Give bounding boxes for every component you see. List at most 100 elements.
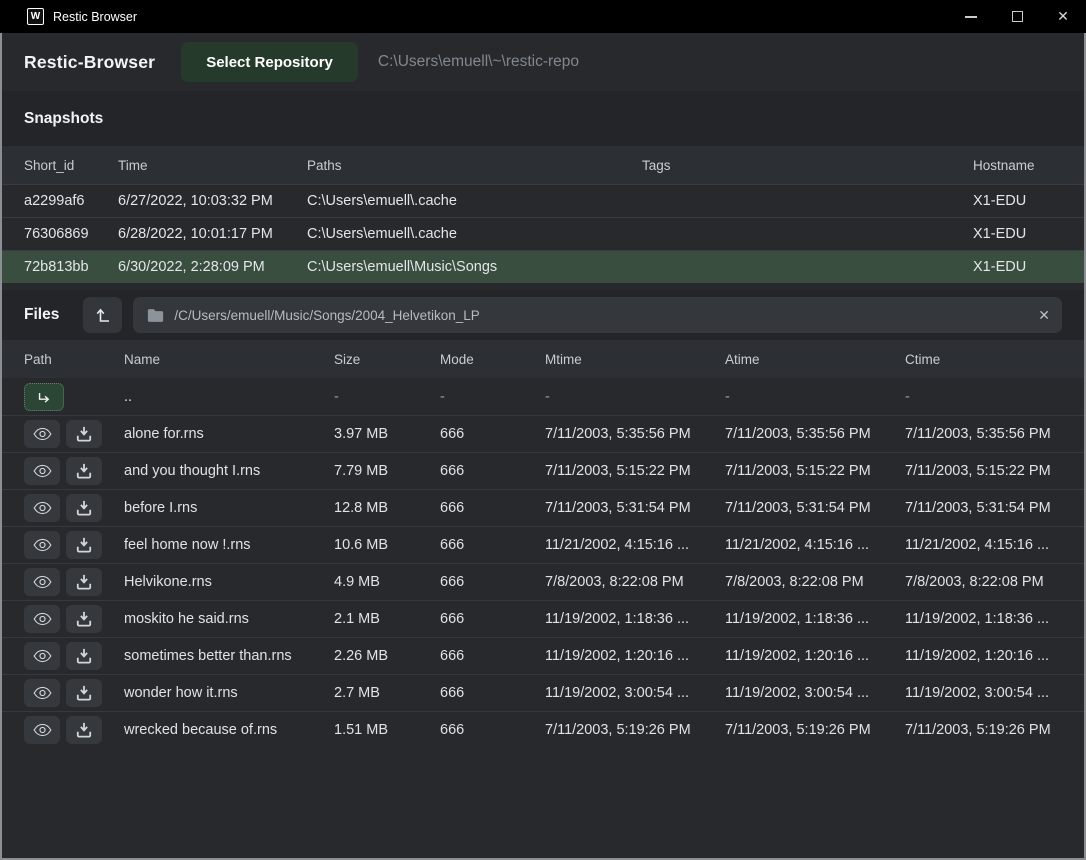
download-file-button[interactable] <box>66 457 102 485</box>
file-mode: 666 <box>440 537 545 553</box>
eye-icon <box>33 575 52 589</box>
open-parent-directory-button[interactable] <box>24 383 64 411</box>
empty-area <box>2 748 1084 858</box>
current-path-bar[interactable]: /C/Users/emuell/Music/Songs/2004_Helveti… <box>133 297 1062 333</box>
file-mtime: 7/11/2003, 5:15:22 PM <box>545 463 725 479</box>
preview-file-button[interactable] <box>24 494 60 522</box>
clear-path-button[interactable]: ✕ <box>1038 307 1050 324</box>
download-icon <box>76 611 92 627</box>
file-row: moskito he said.rns 2.1 MB 666 11/19/200… <box>2 600 1084 637</box>
download-file-button[interactable] <box>66 531 102 559</box>
snapshot-short-id: 72b813bb <box>24 259 118 275</box>
download-file-button[interactable] <box>66 420 102 448</box>
file-atime: 11/19/2002, 1:20:16 ... <box>725 648 905 664</box>
download-file-button[interactable] <box>66 642 102 670</box>
eye-icon <box>33 464 52 478</box>
maximize-button[interactable] <box>994 0 1040 33</box>
current-path-text: /C/Users/emuell/Music/Songs/2004_Helveti… <box>174 308 479 323</box>
snapshot-hostname: X1-EDU <box>973 226 1062 242</box>
col-path: Path <box>24 352 124 367</box>
preview-file-button[interactable] <box>24 531 60 559</box>
files-heading: Files <box>24 306 59 324</box>
file-name: alone for.rns <box>124 426 334 442</box>
eye-icon <box>33 538 52 552</box>
file-mtime: 11/19/2002, 1:20:16 ... <box>545 648 725 664</box>
app-title: Restic-Browser <box>24 52 155 73</box>
file-mtime: 7/11/2003, 5:35:56 PM <box>545 426 725 442</box>
file-atime: 7/11/2003, 5:19:26 PM <box>725 722 905 738</box>
col-name: Name <box>124 352 334 367</box>
snapshot-paths: C:\Users\emuell\.cache <box>307 193 642 209</box>
file-row: sometimes better than.rns 2.26 MB 666 11… <box>2 637 1084 674</box>
file-mode: 666 <box>440 722 545 738</box>
download-file-button[interactable] <box>66 605 102 633</box>
download-file-button[interactable] <box>66 494 102 522</box>
preview-file-button[interactable] <box>24 716 60 744</box>
preview-file-button[interactable] <box>24 568 60 596</box>
preview-file-button[interactable] <box>24 457 60 485</box>
snapshot-row[interactable]: a2299af6 6/27/2022, 10:03:32 PM C:\Users… <box>2 184 1084 217</box>
file-mtime: 7/11/2003, 5:19:26 PM <box>545 722 725 738</box>
eye-icon <box>33 501 52 515</box>
preview-file-button[interactable] <box>24 605 60 633</box>
file-mode: 666 <box>440 574 545 590</box>
download-file-button[interactable] <box>66 568 102 596</box>
parent-directory-row: .. - - - - - <box>2 378 1084 415</box>
file-name: and you thought I.rns <box>124 463 334 479</box>
col-mode: Mode <box>440 352 545 367</box>
file-ctime: 7/11/2003, 5:31:54 PM <box>905 500 1062 516</box>
file-name: moskito he said.rns <box>124 611 334 627</box>
col-atime: Atime <box>725 352 905 367</box>
snapshot-paths: C:\Users\emuell\Music\Songs <box>307 259 642 275</box>
file-mtime: 7/8/2003, 8:22:08 PM <box>545 574 725 590</box>
arrow-up-from-corner-icon <box>93 305 113 325</box>
file-atime: 11/21/2002, 4:15:16 ... <box>725 537 905 553</box>
download-file-button[interactable] <box>66 716 102 744</box>
eye-icon <box>33 686 52 700</box>
file-size: 1.51 MB <box>334 722 440 738</box>
snapshots-band: Snapshots <box>2 91 1084 146</box>
close-button[interactable]: ✕ <box>1040 0 1086 33</box>
col-time: Time <box>118 158 307 173</box>
file-name: sometimes better than.rns <box>124 648 334 664</box>
file-ctime: 11/19/2002, 1:20:16 ... <box>905 648 1062 664</box>
file-atime: 7/11/2003, 5:35:56 PM <box>725 426 905 442</box>
file-name: wrecked because of.rns <box>124 722 334 738</box>
clear-icon: ✕ <box>1038 307 1050 323</box>
snapshot-time: 6/30/2022, 2:28:09 PM <box>118 259 307 275</box>
file-ctime: 7/11/2003, 5:19:26 PM <box>905 722 1062 738</box>
file-ctime: 11/19/2002, 3:00:54 ... <box>905 685 1062 701</box>
snapshot-short-id: a2299af6 <box>24 193 118 209</box>
parent-name: .. <box>124 389 334 405</box>
file-mtime: 11/19/2002, 1:18:36 ... <box>545 611 725 627</box>
file-row: before I.rns 12.8 MB 666 7/11/2003, 5:31… <box>2 489 1084 526</box>
download-file-button[interactable] <box>66 679 102 707</box>
eye-icon <box>33 723 52 737</box>
file-mtime: 7/11/2003, 5:31:54 PM <box>545 500 725 516</box>
file-ctime: 7/11/2003, 5:35:56 PM <box>905 426 1062 442</box>
file-size: 10.6 MB <box>334 537 440 553</box>
snapshot-time: 6/28/2022, 10:01:17 PM <box>118 226 307 242</box>
snapshot-row-selected[interactable]: 72b813bb 6/30/2022, 2:28:09 PM C:\Users\… <box>2 250 1084 283</box>
download-icon <box>76 426 92 442</box>
parent-size: - <box>334 389 440 405</box>
select-repository-button[interactable]: Select Repository <box>181 42 358 82</box>
minimize-button[interactable] <box>948 0 994 33</box>
col-tags: Tags <box>642 158 973 173</box>
preview-file-button[interactable] <box>24 679 60 707</box>
file-mode: 666 <box>440 685 545 701</box>
col-paths: Paths <box>307 158 642 173</box>
file-size: 2.1 MB <box>334 611 440 627</box>
file-atime: 7/11/2003, 5:15:22 PM <box>725 463 905 479</box>
file-mode: 666 <box>440 463 545 479</box>
file-row: wrecked because of.rns 1.51 MB 666 7/11/… <box>2 711 1084 748</box>
parent-mode: - <box>440 389 545 405</box>
file-mode: 666 <box>440 500 545 516</box>
col-size: Size <box>334 352 440 367</box>
snapshot-row[interactable]: 76306869 6/28/2022, 10:01:17 PM C:\Users… <box>2 217 1084 250</box>
preview-file-button[interactable] <box>24 642 60 670</box>
app-window-icon: W <box>27 8 44 25</box>
repository-path-field[interactable]: C:\Users\emuell\~\restic-repo <box>378 53 1062 71</box>
preview-file-button[interactable] <box>24 420 60 448</box>
go-to-parent-button[interactable] <box>83 297 122 333</box>
